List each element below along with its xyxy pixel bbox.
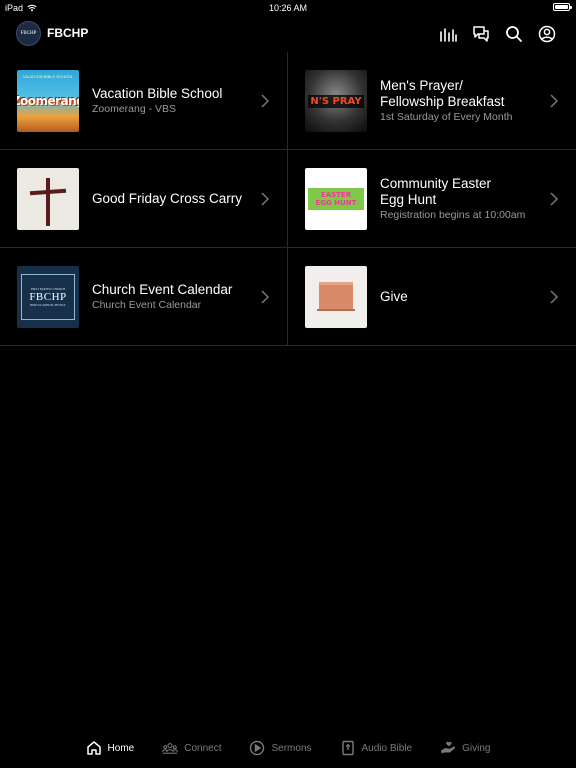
play-circle-icon: [250, 740, 265, 756]
easter-thumbnail-line-1: EASTER: [320, 191, 352, 199]
item-title: Give: [380, 288, 408, 304]
item-community-easter-egg-hunt[interactable]: EASTER EGG HUNT Community Easter Egg Hun…: [288, 150, 576, 247]
fbchp-thumbnail-bottom: HERCULANEUM, PEVELY: [30, 303, 66, 307]
chevron-right-icon: [550, 192, 559, 206]
status-time: 10:26 AM: [268, 3, 308, 13]
item-subtitle: Church Event Calendar: [92, 298, 202, 311]
logo-text: FBCHP: [20, 31, 37, 36]
prayer-thumbnail-word: N'S PRAY: [308, 94, 364, 108]
item-text: Give: [380, 248, 548, 345]
item-vacation-bible-school[interactable]: VACATION BIBLE SCHOOL Zoomerang Vacation…: [0, 52, 288, 149]
item-subtitle: Registration begins at 10:00am: [380, 208, 526, 221]
item-title: Men's Prayer/ Fellowship Breakfast: [380, 77, 505, 109]
chevron-right-icon: [261, 192, 270, 206]
people-icon: [162, 743, 178, 754]
tab-audio-bible[interactable]: Audio Bible: [326, 728, 427, 768]
content-grid: VACATION BIBLE SCHOOL Zoomerang Vacation…: [0, 52, 576, 346]
give-thumbnail: [305, 266, 367, 328]
tab-giving[interactable]: Giving: [426, 728, 504, 768]
vbs-thumbnail-caption: VACATION BIBLE SCHOOL: [22, 74, 74, 79]
item-text: Church Event Calendar Church Event Calen…: [92, 248, 259, 345]
item-subtitle: Zoomerang - VBS: [92, 102, 177, 115]
app-header: FBCHP FBCHP: [0, 16, 576, 52]
item-church-event-calendar[interactable]: FIRST BAPTIST CHURCH FBCHP HERCULANEUM, …: [0, 248, 288, 345]
grid-row: VACATION BIBLE SCHOOL Zoomerang Vacation…: [0, 52, 576, 150]
item-subtitle: 1st Saturday of Every Month: [380, 110, 513, 123]
item-text: Good Friday Cross Carry: [92, 150, 259, 247]
easter-thumbnail-line-2: EGG HUNT: [315, 199, 357, 207]
fbchp-thumbnail-frame: FIRST BAPTIST CHURCH FBCHP HERCULANEUM, …: [21, 274, 75, 320]
chevron-right-icon: [550, 94, 559, 108]
offering-box-shape: [319, 282, 353, 310]
item-text: Men's Prayer/ Fellowship Breakfast 1st S…: [380, 52, 548, 149]
grid-row: FIRST BAPTIST CHURCH FBCHP HERCULANEUM, …: [0, 248, 576, 346]
fbchp-thumbnail-word: FBCHP: [29, 291, 67, 303]
easter-thumbnail-banner: EASTER EGG HUNT: [308, 188, 364, 210]
tab-sermons[interactable]: Sermons: [235, 728, 325, 768]
tab-label: Connect: [184, 742, 222, 754]
account-icon[interactable]: [538, 25, 556, 43]
grid-row: Good Friday Cross Carry EASTER EGG HUNT …: [0, 150, 576, 248]
prayer-thumbnail: N'S PRAY: [305, 70, 367, 132]
battery-icon: [553, 3, 572, 11]
tab-connect[interactable]: Connect: [148, 728, 235, 768]
battery-fill: [555, 5, 568, 9]
tab-label: Home: [107, 742, 135, 754]
item-title: Good Friday Cross Carry: [92, 190, 243, 206]
chat-icon[interactable]: [472, 25, 490, 43]
fbchp-thumbnail: FIRST BAPTIST CHURCH FBCHP HERCULANEUM, …: [17, 266, 79, 328]
offering-box-base: [317, 309, 355, 311]
app-title: FBCHP: [47, 26, 89, 40]
chevron-right-icon: [261, 94, 270, 108]
bible-icon: [341, 740, 354, 756]
tab-label: Giving: [462, 742, 491, 754]
tab-home[interactable]: Home: [72, 728, 149, 768]
tab-label: Sermons: [271, 742, 312, 754]
tab-bar: Home Connect Sermons Audio Bible Giving: [0, 728, 576, 768]
status-bar: iPad 10:26 AM: [0, 0, 576, 16]
cross-vertical-beam: [46, 178, 50, 226]
item-good-friday-cross-carry[interactable]: Good Friday Cross Carry: [0, 150, 288, 247]
item-give[interactable]: Give: [288, 248, 576, 345]
search-icon[interactable]: [505, 25, 523, 43]
item-text: Community Easter Egg Hunt Registration b…: [380, 150, 548, 247]
item-title: Vacation Bible School: [92, 85, 223, 101]
cross-thumbnail: [17, 168, 79, 230]
easter-thumbnail: EASTER EGG HUNT: [305, 168, 367, 230]
item-mens-prayer-breakfast[interactable]: N'S PRAY Men's Prayer/ Fellowship Breakf…: [288, 52, 576, 149]
app-logo[interactable]: FBCHP: [16, 21, 41, 46]
item-title: Church Event Calendar: [92, 281, 233, 297]
chevron-right-icon: [550, 290, 559, 304]
hand-heart-icon: [440, 741, 456, 754]
tab-label: Audio Bible: [361, 742, 413, 754]
chevron-right-icon: [261, 290, 270, 304]
vbs-thumbnail: VACATION BIBLE SCHOOL Zoomerang: [17, 70, 79, 132]
audio-levels-icon[interactable]: [439, 25, 457, 43]
item-title: Community Easter Egg Hunt: [380, 175, 492, 207]
vbs-thumbnail-word: Zoomerang: [17, 94, 79, 108]
item-text: Vacation Bible School Zoomerang - VBS: [92, 52, 259, 149]
home-icon: [86, 741, 101, 755]
